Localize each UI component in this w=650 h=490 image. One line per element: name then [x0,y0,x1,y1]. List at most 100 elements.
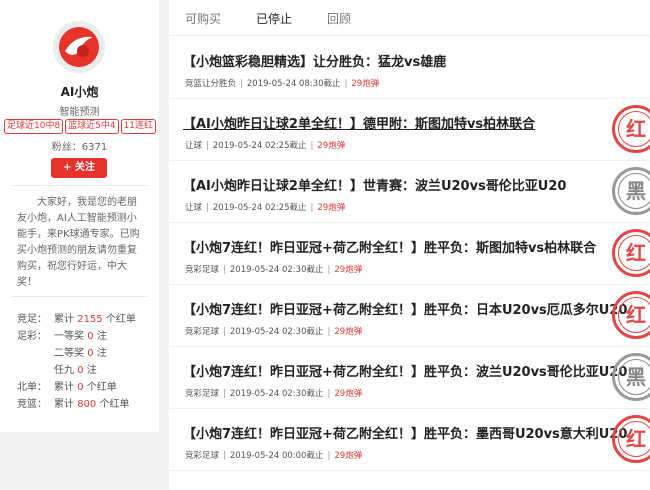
stat-number: 0 [87,348,94,359]
fans-count: 粉丝：6371 [51,142,108,153]
separator: | [327,265,331,275]
result-stamp: 黑 [612,353,650,401]
stat-value: 一等奖 0 注 [54,328,107,345]
stat-category: 足彩： [17,331,47,342]
divider [12,185,147,186]
profile-name: AI小炮 [60,85,99,99]
stat-suffix: 个红单 [86,382,117,393]
item-title-link[interactable]: 【小炮7连红！昨日亚冠+荷乙附全红！】胜平负：墨西哥U20vs意大利U20 [183,423,627,442]
stat-row: 足彩： 一等奖 0 注 [17,328,152,345]
item-meta: 竞彩足球 | 2019-05-24 02:30截止 | 29炮弹 [185,387,362,399]
result-stamp: 红 [612,291,650,339]
separator: | [344,79,348,89]
item-price: 29炮弹 [334,389,363,399]
prediction-item[interactable]: 【小炮7连红！昨日亚冠+荷乙附全红！】胜平负：日本U20vs厄瓜多尔U20 竞彩足… [169,285,650,347]
stat-category: 北单： [17,382,47,393]
item-meta: 竞篮让分胜负 | 2019-05-24 08:30截止 | 29炮弹 [185,77,379,89]
item-title-link[interactable]: 【小炮7连红！昨日亚冠+荷乙附全红！】胜平负：斯图加特vs柏林联合 [183,237,596,256]
stat-suffix: 注 [86,365,97,376]
article-list-panel: 可购买 已停止 回顾 【小炮篮彩稳胆精选】让分胜负：猛龙vs雄鹿竞篮让分胜负 | 2… [169,0,650,490]
result-stamp: 红 [612,105,650,153]
item-deadline: 2019-05-24 02:25截止 [212,203,307,213]
separator: | [327,327,331,337]
prediction-item[interactable]: 【AI小炮昨日让球2单全红！】德甲附：斯图加特vs柏林联合 让球 | 2019-05-… [169,99,650,161]
stat-category [17,345,54,362]
item-title-link[interactable]: 【AI小炮昨日让球2单全红！】世青赛：波兰U20vs哥伦比亚U20 [183,175,566,194]
stat-value: 任九 0 注 [54,362,97,379]
separator: | [327,451,331,461]
item-price: 29炮弹 [334,327,363,337]
item-type: 竞彩足球 [185,389,220,399]
stat-suffix: 个红单 [105,314,136,325]
item-deadline: 2019-05-24 02:30截止 [229,265,324,275]
stat-prefix: 累计 [54,314,74,325]
item-type: 让球 [185,141,203,151]
stat-prefix: 任九 [54,365,74,376]
item-deadline: 2019-05-24 02:30截止 [229,327,324,337]
tab-review[interactable]: 回顾 [327,10,351,27]
prediction-item[interactable]: 【小炮7连红！昨日亚冠+荷乙附全红！】胜平负：斯图加特vs柏林联合竞彩足球 | 20… [169,223,650,285]
separator: | [223,389,226,399]
separator: | [310,141,314,151]
item-title-link[interactable]: 【AI小炮昨日让球2单全红！】德甲附：斯图加特vs柏林联合 [183,113,535,132]
stat-value: 二等奖 0 注 [54,345,107,362]
item-meta: 竞彩足球 | 2019-05-24 02:30截止 | 29炮弹 [185,325,362,337]
item-price: 29炮弹 [351,79,380,89]
item-price: 29炮弹 [317,203,346,213]
item-deadline: 2019-05-24 02:30截止 [229,389,324,399]
stats-list: 竞足： 累计 2155 个红单 足彩： 一等奖 0 注二等奖 0 注任九 0 注北单：… [17,311,152,413]
item-deadline: 2019-05-24 08:30截止 [246,79,341,89]
stat-suffix: 注 [96,348,107,359]
stat-prefix: 累计 [54,382,74,393]
stat-category: 竞篮： [17,399,47,410]
item-title-link[interactable]: 【小炮7连红！昨日亚冠+荷乙附全红！】胜平负：波兰U20vs哥伦比亚U20 [183,361,627,380]
stat-value: 累计 800 个红单 [54,396,129,413]
separator: | [223,451,226,461]
result-stamp: 黑 [612,167,650,215]
avatar[interactable] [53,21,105,73]
result-stamp: 红 [612,415,650,463]
record-tags: 足球近10中8 篮球近5中4 11连红 [4,119,156,134]
stat-row: 二等奖 0 注 [17,345,152,362]
tab-stopped[interactable]: 已停止 [256,10,292,27]
stat-row: 竞篮： 累计 800 个红单 [17,396,152,413]
item-meta: 竞彩足球 | 2019-05-24 02:30截止 | 29炮弹 [185,263,362,275]
item-deadline: 2019-05-24 02:25截止 [212,141,307,151]
item-type: 竞彩足球 [185,265,220,275]
separator: | [223,327,226,337]
tab-available[interactable]: 可购买 [185,10,221,27]
item-meta: 让球 | 2019-05-24 02:25截止 | 29炮弹 [185,201,345,213]
stat-prefix: 一等奖 [54,331,84,342]
prediction-item[interactable]: 【小炮7连红！昨日亚冠+荷乙附全红！】胜平负：墨西哥U20vs意大利U20 竞彩足… [169,409,650,471]
result-stamp: 红 [612,229,650,277]
prediction-item[interactable]: 【小炮篮彩稳胆精选】让分胜负：猛龙vs雄鹿竞篮让分胜负 | 2019-05-24 0… [169,37,650,99]
stat-prefix: 累计 [54,399,74,410]
item-price: 29炮弹 [334,265,363,275]
follow-button[interactable]: + 关注 [51,158,107,178]
tab-bar: 可购买 已停止 回顾 [169,0,650,36]
item-title-link[interactable]: 【小炮7连红！昨日亚冠+荷乙附全红！】胜平负：日本U20vs厄瓜多尔U20 [183,299,627,318]
profile-sidebar: AI小炮 智能预测 足球近10中8 篮球近5中4 11连红 粉丝：6371 + … [0,0,159,432]
stat-category: 竞足： [17,314,47,325]
stat-prefix: 二等奖 [54,348,84,359]
stat-number: 800 [77,399,97,410]
item-deadline: 2019-05-24 00:00截止 [229,451,324,461]
stat-suffix: 个红单 [99,399,130,410]
stat-row: 北单： 累计 0 个红单 [17,379,152,396]
item-type: 竞彩足球 [185,327,220,337]
stat-value: 累计 0 个红单 [54,379,117,396]
stat-row: 任九 0 注 [17,362,152,379]
item-title-link[interactable]: 【小炮篮彩稳胆精选】让分胜负：猛龙vs雄鹿 [183,51,446,70]
separator: | [206,203,209,213]
tag-football-record: 足球近10中8 [4,119,64,134]
stat-suffix: 注 [96,331,107,342]
prediction-item[interactable]: 【AI小炮昨日让球2单全红！】世青赛：波兰U20vs哥伦比亚U20 让球 | 2019… [169,161,650,223]
separator: | [206,141,209,151]
item-type: 让球 [185,203,203,213]
prediction-item[interactable]: 【小炮7连红！昨日亚冠+荷乙附全红！】胜平负：波兰U20vs哥伦比亚U20 竞彩足… [169,347,650,409]
stat-value: 累计 2155 个红单 [54,311,136,328]
stat-row: 竞足： 累计 2155 个红单 [17,311,152,328]
stat-number: 0 [77,382,84,393]
stat-number: 0 [77,365,84,376]
separator: | [310,203,314,213]
